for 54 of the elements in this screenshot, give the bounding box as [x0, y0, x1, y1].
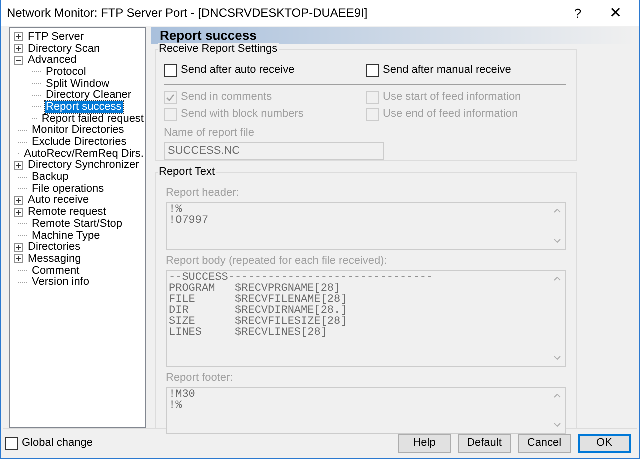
window-title: Network Monitor: FTP Server Port - [DNCSRVDESKTOP-DUAEE9I] [7, 6, 369, 20]
checkbox-label: Global change [22, 437, 93, 450]
tree-item[interactable]: Monitor Directories [31, 124, 126, 136]
help-button[interactable]: ? [563, 0, 593, 26]
field-label: Report footer: [166, 372, 234, 384]
expand-icon[interactable] [14, 196, 23, 205]
tree-item[interactable]: FTP Server [27, 30, 86, 43]
checkbox-label: Use end of feed information [383, 108, 518, 121]
collapse-icon[interactable] [14, 56, 23, 65]
tree-item[interactable]: Directory Scan [27, 42, 102, 55]
checkbox-label: Send after auto receive [181, 64, 295, 77]
checkbox[interactable] [5, 437, 18, 450]
tree-item[interactable]: Version info [31, 276, 90, 288]
tree-item[interactable]: Comment [31, 264, 81, 277]
tree-item[interactable]: Remote Start/Stop [31, 218, 124, 230]
field-label: Report body (repeated for each file received): [166, 255, 388, 267]
tree-item[interactable]: Report failed request [40, 112, 145, 125]
close-button[interactable]: ✕ [593, 0, 639, 26]
expand-icon[interactable] [14, 242, 23, 252]
dialog-button[interactable]: Cancel [518, 434, 571, 453]
report-file-field[interactable]: SUCCESS.NC [164, 142, 384, 160]
checkbox[interactable] [366, 64, 379, 77]
expand-icon[interactable] [14, 44, 23, 54]
expand-icon[interactable] [14, 160, 23, 170]
checkbox-label: Send in comments [181, 91, 272, 104]
tree-item[interactable]: Backup [31, 171, 70, 184]
tree-item[interactable]: Report success [45, 100, 123, 113]
tree-item[interactable]: File operations [31, 182, 106, 195]
tree-item[interactable]: Exclude Directories [31, 136, 128, 148]
tree-item[interactable]: Directory Cleaner [45, 89, 133, 102]
field-label: Name of report file [164, 127, 256, 140]
expand-icon[interactable] [14, 208, 23, 217]
checkbox[interactable] [164, 64, 177, 77]
group-label: Receive Report Settings [158, 43, 279, 56]
checkbox-label: Send after manual receive [383, 64, 512, 77]
tree-item[interactable]: Directory Synchronizer [27, 159, 140, 172]
tree-item[interactable]: Auto receive [27, 194, 90, 206]
tree-item[interactable]: Protocol [45, 66, 88, 78]
tree-item[interactable]: AutoRecv/RemReq Dirs. [23, 148, 145, 160]
dialog-button[interactable]: OK [578, 434, 631, 453]
tree-item[interactable]: Remote request [27, 206, 108, 218]
checkbox-label: Use start of feed information [383, 91, 522, 104]
dialog-button[interactable]: Default [458, 434, 511, 453]
group-label: Report Text [158, 166, 216, 179]
tree-item[interactable]: Directories [27, 241, 82, 254]
tree-item[interactable]: Split Window [45, 78, 111, 90]
expand-icon[interactable] [14, 32, 23, 42]
expand-icon[interactable] [14, 254, 23, 264]
tree-item[interactable]: Advanced [27, 54, 78, 66]
tree-item[interactable]: Messaging [27, 252, 82, 265]
field-label: Report header: [166, 187, 240, 199]
dialog-button[interactable]: Help [398, 434, 451, 453]
checkbox-label: Send with block numbers [181, 108, 304, 121]
tree-item[interactable]: Machine Type [31, 230, 102, 242]
